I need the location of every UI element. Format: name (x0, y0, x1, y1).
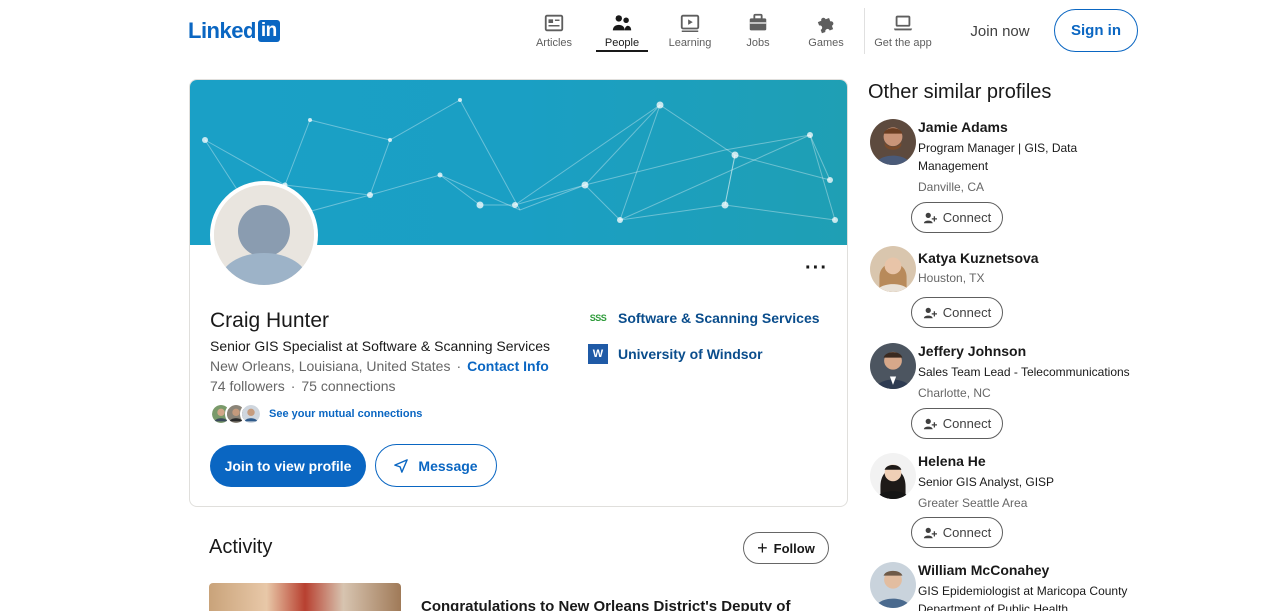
send-icon (394, 458, 409, 473)
follow-button-label: Follow (773, 540, 815, 556)
profile-title: GIS Epidemiologist at Maricopa County De… (918, 584, 1128, 611)
connect-button[interactable]: Connect (911, 297, 1003, 328)
company-name: Software & Scanning Services (618, 310, 820, 326)
main-nav: Articles People Learning Jobs Games Get … (520, 8, 937, 54)
connect-button[interactable]: Connect (911, 202, 1003, 233)
logo-text: Linked (188, 18, 256, 43)
avatar[interactable] (870, 246, 916, 292)
profile-title: Program Manager | GIS, Data Management (918, 141, 1078, 173)
connect-button-label: Connect (942, 210, 992, 225)
logo-in-box: in (257, 20, 280, 42)
nav-people-label: People (604, 37, 640, 49)
connect-button[interactable]: Connect (911, 517, 1003, 548)
profile-name[interactable]: Jeffery Johnson (918, 343, 1026, 359)
profile-location: Houston, TX (918, 271, 985, 285)
activity-heading: Activity (209, 536, 273, 558)
company-logo: SSS (589, 313, 607, 323)
similar-profile-item: Helena He Senior GIS Analyst, GISP Great… (868, 453, 1148, 548)
profile-title: Sales Team Lead - Telecommunications (918, 365, 1130, 379)
connect-button-label: Connect (942, 305, 992, 320)
follow-button[interactable]: + Follow (743, 532, 829, 564)
school-name: University of Windsor (618, 346, 763, 362)
briefcase-icon (749, 13, 767, 31)
laptop-icon (893, 15, 913, 31)
education-school[interactable]: W University of Windsor (588, 344, 763, 364)
more-options-button[interactable]: ··· (805, 257, 828, 280)
add-person-icon (923, 307, 937, 318)
nav-jobs-label: Jobs (746, 37, 770, 49)
join-to-view-profile-button[interactable]: Join to view profile (210, 445, 366, 487)
profile-location: New Orleans, Louisiana, United States (210, 358, 451, 374)
linkedin-logo[interactable]: Linked in (188, 18, 280, 44)
profile-location: Danville, CA (918, 180, 985, 194)
connections-count: 75 connections (301, 378, 396, 394)
learning-icon (680, 14, 700, 32)
connect-button[interactable]: Connect (911, 408, 1003, 439)
similar-profile-item: William McConahey GIS Epidemiologist at … (868, 562, 1148, 611)
profile-location-row: New Orleans, Louisiana, United States · … (210, 358, 549, 374)
profile-name: Craig Hunter (210, 309, 330, 332)
mutual-connections-link[interactable]: See your mutual connections (269, 408, 422, 420)
similar-profiles-heading: Other similar profiles (868, 81, 1052, 103)
similar-profile-item: Jamie Adams Program Manager | GIS, Data … (868, 119, 1148, 234)
puzzle-icon (817, 17, 834, 34)
connect-button-label: Connect (942, 525, 992, 540)
similar-profile-item: Katya Kuznetsova Houston, TX Connect (868, 246, 1148, 330)
join-now-link[interactable]: Join now (960, 12, 1040, 50)
add-person-icon (923, 527, 937, 538)
profile-title: Senior GIS Analyst, GISP (918, 475, 1055, 489)
avatar[interactable] (870, 453, 916, 499)
sign-in-button[interactable]: Sign in (1054, 9, 1138, 52)
activity-post-thumbnail[interactable] (209, 583, 401, 611)
mutual-connections[interactable]: See your mutual connections (210, 403, 422, 425)
nav-games[interactable]: Games (792, 8, 860, 54)
nav-divider (864, 8, 865, 54)
profile-name[interactable]: Helena He (918, 453, 986, 469)
connect-button-label: Connect (942, 416, 992, 431)
nav-people[interactable]: People (588, 8, 656, 54)
nav-articles-label: Articles (535, 37, 573, 49)
profile-avatar (210, 181, 318, 289)
activity-post-headline[interactable]: Congratulations to New Orleans District'… (421, 598, 790, 611)
profile-card: ··· Craig Hunter Senior GIS Specialist a… (189, 79, 848, 507)
add-person-icon (923, 212, 937, 223)
add-person-icon (923, 418, 937, 429)
nav-learning-label: Learning (668, 37, 712, 49)
message-button[interactable]: Message (375, 444, 497, 487)
profile-name[interactable]: Katya Kuznetsova (918, 250, 1039, 266)
profile-stats: 74 followers · 75 connections (210, 378, 396, 394)
profile-location: Charlotte, NC (918, 386, 991, 400)
people-icon (612, 15, 632, 31)
school-logo: W (588, 344, 608, 364)
nav-get-app[interactable]: Get the app (869, 8, 937, 54)
separator-dot: · (456, 358, 462, 374)
message-button-label: Message (418, 457, 478, 474)
nav-jobs[interactable]: Jobs (724, 8, 792, 54)
nav-get-app-label: Get the app (874, 37, 932, 49)
profile-location: Greater Seattle Area (918, 496, 1028, 510)
avatar[interactable] (870, 562, 916, 608)
plus-icon: + (757, 538, 768, 558)
profile-name[interactable]: William McConahey (918, 562, 1049, 578)
nav-learning[interactable]: Learning (656, 8, 724, 54)
followers-count: 74 followers (210, 378, 285, 394)
mutual-avatar (240, 403, 262, 425)
similar-profile-item: Jeffery Johnson Sales Team Lead - Teleco… (868, 343, 1148, 439)
contact-info-link[interactable]: Contact Info (467, 358, 549, 374)
avatar[interactable] (870, 119, 916, 165)
separator-dot: · (290, 378, 296, 394)
current-company[interactable]: SSS Software & Scanning Services (588, 308, 820, 328)
profile-headline: Senior GIS Specialist at Software & Scan… (210, 338, 551, 354)
articles-icon (544, 14, 564, 32)
nav-articles[interactable]: Articles (520, 8, 588, 54)
default-person-icon (214, 185, 314, 285)
profile-name[interactable]: Jamie Adams (918, 119, 1008, 135)
avatar[interactable] (870, 343, 916, 389)
top-nav-bar: Linked in Articles People Learning Jobs G… (0, 0, 1280, 64)
nav-games-label: Games (808, 37, 844, 49)
